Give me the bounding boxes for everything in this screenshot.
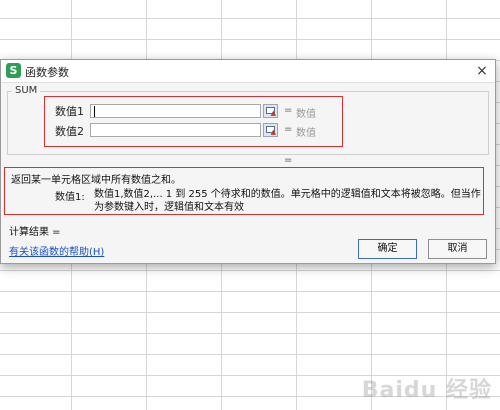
arg2-range-picker-icon[interactable]: ▲	[263, 123, 278, 137]
function-description: 返回某一单元格区域中所有数值之和。	[11, 175, 181, 186]
ok-button[interactable]: 确定	[358, 239, 417, 259]
arg2-input[interactable]	[90, 123, 261, 137]
function-name: SUM	[12, 85, 41, 96]
wps-spreadsheet-icon: S	[6, 63, 21, 78]
arg2-label: 数值2	[55, 125, 84, 138]
dialog-titlebar[interactable]: S 函数参数 ×	[1, 60, 495, 83]
arg1-range-picker-icon[interactable]: ▲	[263, 104, 278, 118]
arg2-result: 数值	[296, 128, 316, 139]
arg1-result: 数值	[296, 109, 316, 120]
cancel-button[interactable]: 取消	[428, 239, 487, 259]
function-arguments-dialog: S 函数参数 × SUM 数值1 ▲ = 数值 数值2 ▲ = 数值 = 返回某…	[0, 59, 496, 264]
arg-description-text: 数值1,数值2,... 1 到 255 个待求和的数值。单元格中的逻辑值和文本将…	[94, 189, 481, 213]
arg1-equals: =	[284, 105, 293, 116]
function-help-link[interactable]: 有关该函数的帮助(H)	[9, 243, 104, 258]
arg1-input[interactable]	[90, 104, 261, 118]
dialog-title: 函数参数	[25, 66, 69, 79]
arg2-equals: =	[284, 124, 293, 135]
close-icon[interactable]: ×	[473, 62, 491, 80]
text-caret	[94, 106, 95, 117]
arg-description-label: 数值1:	[55, 192, 85, 203]
arg1-label: 数值1	[55, 105, 84, 118]
function-result-equals: =	[284, 155, 293, 166]
baidu-watermark-logo: Baidu 经验	[361, 378, 492, 403]
calculation-result: 计算结果 =	[9, 227, 61, 238]
